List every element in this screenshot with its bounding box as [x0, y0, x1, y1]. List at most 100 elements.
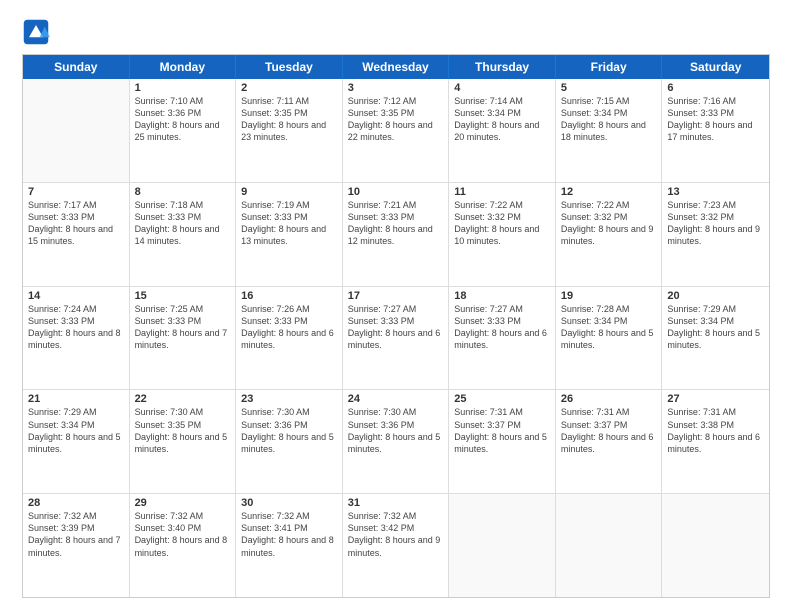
day-number: 31: [348, 497, 444, 509]
calendar-cell: 20Sunrise: 7:29 AM Sunset: 3:34 PM Dayli…: [662, 287, 769, 390]
logo: [22, 18, 54, 46]
calendar-cell: 23Sunrise: 7:30 AM Sunset: 3:36 PM Dayli…: [236, 390, 343, 493]
calendar-body: 1Sunrise: 7:10 AM Sunset: 3:36 PM Daylig…: [23, 79, 769, 597]
cell-info: Sunrise: 7:11 AM Sunset: 3:35 PM Dayligh…: [241, 95, 337, 144]
calendar-cell: 21Sunrise: 7:29 AM Sunset: 3:34 PM Dayli…: [23, 390, 130, 493]
cell-info: Sunrise: 7:29 AM Sunset: 3:34 PM Dayligh…: [28, 406, 124, 455]
calendar-cell: 14Sunrise: 7:24 AM Sunset: 3:33 PM Dayli…: [23, 287, 130, 390]
cell-info: Sunrise: 7:22 AM Sunset: 3:32 PM Dayligh…: [561, 199, 657, 248]
day-number: 17: [348, 290, 444, 302]
calendar-cell: 12Sunrise: 7:22 AM Sunset: 3:32 PM Dayli…: [556, 183, 663, 286]
cell-info: Sunrise: 7:22 AM Sunset: 3:32 PM Dayligh…: [454, 199, 550, 248]
calendar-cell: 16Sunrise: 7:26 AM Sunset: 3:33 PM Dayli…: [236, 287, 343, 390]
calendar-cell: 25Sunrise: 7:31 AM Sunset: 3:37 PM Dayli…: [449, 390, 556, 493]
logo-icon: [22, 18, 50, 46]
day-number: 9: [241, 186, 337, 198]
day-number: 6: [667, 82, 764, 94]
calendar-cell: 19Sunrise: 7:28 AM Sunset: 3:34 PM Dayli…: [556, 287, 663, 390]
day-number: 18: [454, 290, 550, 302]
calendar-cell: 1Sunrise: 7:10 AM Sunset: 3:36 PM Daylig…: [130, 79, 237, 182]
day-number: 23: [241, 393, 337, 405]
day-number: 24: [348, 393, 444, 405]
cell-info: Sunrise: 7:25 AM Sunset: 3:33 PM Dayligh…: [135, 303, 231, 352]
day-number: 12: [561, 186, 657, 198]
day-number: 8: [135, 186, 231, 198]
cell-info: Sunrise: 7:32 AM Sunset: 3:41 PM Dayligh…: [241, 510, 337, 559]
calendar-cell: [23, 79, 130, 182]
calendar-cell: 31Sunrise: 7:32 AM Sunset: 3:42 PM Dayli…: [343, 494, 450, 597]
calendar-cell: 8Sunrise: 7:18 AM Sunset: 3:33 PM Daylig…: [130, 183, 237, 286]
calendar: SundayMondayTuesdayWednesdayThursdayFrid…: [22, 54, 770, 598]
cell-info: Sunrise: 7:32 AM Sunset: 3:42 PM Dayligh…: [348, 510, 444, 559]
calendar-cell: 13Sunrise: 7:23 AM Sunset: 3:32 PM Dayli…: [662, 183, 769, 286]
cell-info: Sunrise: 7:31 AM Sunset: 3:37 PM Dayligh…: [454, 406, 550, 455]
cell-info: Sunrise: 7:17 AM Sunset: 3:33 PM Dayligh…: [28, 199, 124, 248]
day-number: 15: [135, 290, 231, 302]
header-day-monday: Monday: [130, 55, 237, 79]
cell-info: Sunrise: 7:18 AM Sunset: 3:33 PM Dayligh…: [135, 199, 231, 248]
header-day-sunday: Sunday: [23, 55, 130, 79]
cell-info: Sunrise: 7:31 AM Sunset: 3:37 PM Dayligh…: [561, 406, 657, 455]
cell-info: Sunrise: 7:32 AM Sunset: 3:39 PM Dayligh…: [28, 510, 124, 559]
calendar-cell: 22Sunrise: 7:30 AM Sunset: 3:35 PM Dayli…: [130, 390, 237, 493]
calendar-cell: 17Sunrise: 7:27 AM Sunset: 3:33 PM Dayli…: [343, 287, 450, 390]
calendar-cell: 26Sunrise: 7:31 AM Sunset: 3:37 PM Dayli…: [556, 390, 663, 493]
calendar-row-0: 1Sunrise: 7:10 AM Sunset: 3:36 PM Daylig…: [23, 79, 769, 182]
calendar-cell: 3Sunrise: 7:12 AM Sunset: 3:35 PM Daylig…: [343, 79, 450, 182]
day-number: 20: [667, 290, 764, 302]
day-number: 19: [561, 290, 657, 302]
calendar-cell: 11Sunrise: 7:22 AM Sunset: 3:32 PM Dayli…: [449, 183, 556, 286]
day-number: 30: [241, 497, 337, 509]
cell-info: Sunrise: 7:19 AM Sunset: 3:33 PM Dayligh…: [241, 199, 337, 248]
calendar-row-4: 28Sunrise: 7:32 AM Sunset: 3:39 PM Dayli…: [23, 493, 769, 597]
cell-info: Sunrise: 7:15 AM Sunset: 3:34 PM Dayligh…: [561, 95, 657, 144]
day-number: 14: [28, 290, 124, 302]
cell-info: Sunrise: 7:23 AM Sunset: 3:32 PM Dayligh…: [667, 199, 764, 248]
day-number: 11: [454, 186, 550, 198]
cell-info: Sunrise: 7:27 AM Sunset: 3:33 PM Dayligh…: [454, 303, 550, 352]
calendar-cell: 4Sunrise: 7:14 AM Sunset: 3:34 PM Daylig…: [449, 79, 556, 182]
day-number: 4: [454, 82, 550, 94]
calendar-cell: 7Sunrise: 7:17 AM Sunset: 3:33 PM Daylig…: [23, 183, 130, 286]
calendar-header: SundayMondayTuesdayWednesdayThursdayFrid…: [23, 55, 769, 79]
calendar-cell: 30Sunrise: 7:32 AM Sunset: 3:41 PM Dayli…: [236, 494, 343, 597]
cell-info: Sunrise: 7:31 AM Sunset: 3:38 PM Dayligh…: [667, 406, 764, 455]
page: SundayMondayTuesdayWednesdayThursdayFrid…: [0, 0, 792, 612]
day-number: 3: [348, 82, 444, 94]
day-number: 2: [241, 82, 337, 94]
cell-info: Sunrise: 7:26 AM Sunset: 3:33 PM Dayligh…: [241, 303, 337, 352]
header-day-wednesday: Wednesday: [343, 55, 450, 79]
day-number: 7: [28, 186, 124, 198]
calendar-cell: [556, 494, 663, 597]
cell-info: Sunrise: 7:29 AM Sunset: 3:34 PM Dayligh…: [667, 303, 764, 352]
calendar-cell: 10Sunrise: 7:21 AM Sunset: 3:33 PM Dayli…: [343, 183, 450, 286]
cell-info: Sunrise: 7:30 AM Sunset: 3:35 PM Dayligh…: [135, 406, 231, 455]
calendar-cell: [449, 494, 556, 597]
cell-info: Sunrise: 7:32 AM Sunset: 3:40 PM Dayligh…: [135, 510, 231, 559]
day-number: 27: [667, 393, 764, 405]
calendar-row-2: 14Sunrise: 7:24 AM Sunset: 3:33 PM Dayli…: [23, 286, 769, 390]
calendar-cell: 27Sunrise: 7:31 AM Sunset: 3:38 PM Dayli…: [662, 390, 769, 493]
cell-info: Sunrise: 7:14 AM Sunset: 3:34 PM Dayligh…: [454, 95, 550, 144]
cell-info: Sunrise: 7:12 AM Sunset: 3:35 PM Dayligh…: [348, 95, 444, 144]
day-number: 22: [135, 393, 231, 405]
day-number: 26: [561, 393, 657, 405]
header-day-tuesday: Tuesday: [236, 55, 343, 79]
calendar-cell: 9Sunrise: 7:19 AM Sunset: 3:33 PM Daylig…: [236, 183, 343, 286]
calendar-cell: 5Sunrise: 7:15 AM Sunset: 3:34 PM Daylig…: [556, 79, 663, 182]
day-number: 21: [28, 393, 124, 405]
calendar-cell: 2Sunrise: 7:11 AM Sunset: 3:35 PM Daylig…: [236, 79, 343, 182]
calendar-cell: 18Sunrise: 7:27 AM Sunset: 3:33 PM Dayli…: [449, 287, 556, 390]
calendar-cell: [662, 494, 769, 597]
cell-info: Sunrise: 7:16 AM Sunset: 3:33 PM Dayligh…: [667, 95, 764, 144]
cell-info: Sunrise: 7:24 AM Sunset: 3:33 PM Dayligh…: [28, 303, 124, 352]
day-number: 13: [667, 186, 764, 198]
cell-info: Sunrise: 7:27 AM Sunset: 3:33 PM Dayligh…: [348, 303, 444, 352]
cell-info: Sunrise: 7:21 AM Sunset: 3:33 PM Dayligh…: [348, 199, 444, 248]
calendar-cell: 24Sunrise: 7:30 AM Sunset: 3:36 PM Dayli…: [343, 390, 450, 493]
cell-info: Sunrise: 7:30 AM Sunset: 3:36 PM Dayligh…: [348, 406, 444, 455]
day-number: 16: [241, 290, 337, 302]
day-number: 5: [561, 82, 657, 94]
calendar-row-1: 7Sunrise: 7:17 AM Sunset: 3:33 PM Daylig…: [23, 182, 769, 286]
header-day-friday: Friday: [556, 55, 663, 79]
